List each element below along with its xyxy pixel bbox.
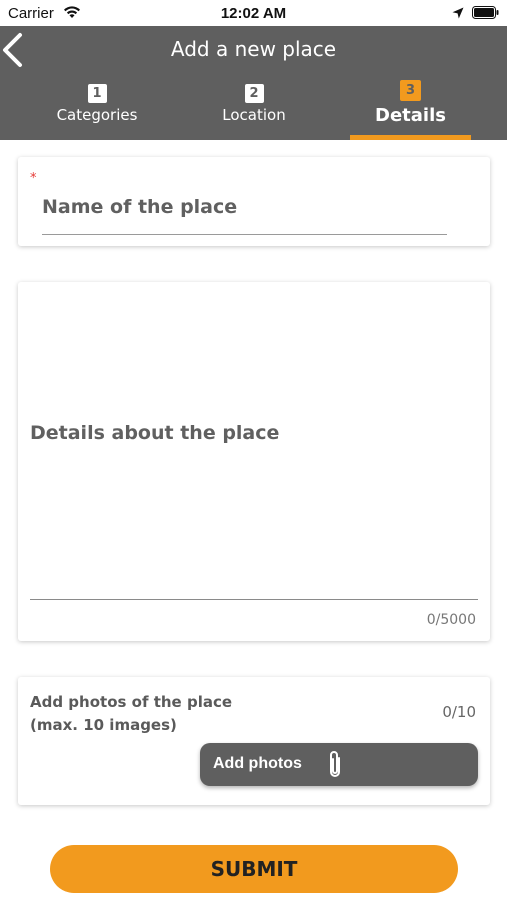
photos-counter: 0/10 [442,703,476,721]
status-bar: Carrier 12:02 AM [0,0,507,26]
header-bar: Add a new place 1 Categories 2 Location … [0,26,507,140]
add-photos-button[interactable]: Add photos [200,743,478,786]
location-arrow-icon [452,7,464,19]
step-label: Location [222,106,286,124]
submit-button[interactable]: SUBMIT [50,845,458,893]
step-tab-details[interactable]: 3 Details [350,79,471,137]
step-number: 1 [87,84,107,103]
photos-card: Add photos of the place (max. 10 images)… [18,677,490,805]
details-char-counter: 0/5000 [426,612,476,628]
status-time: 12:02 AM [220,5,287,22]
name-card: * [18,157,490,246]
step-tab-categories[interactable]: 1 Categories [37,82,157,140]
paperclip-icon [330,751,340,777]
step-number: 2 [244,84,264,103]
active-step-indicator [350,135,471,140]
photos-label: Add photos of the place (max. 10 images) [30,693,233,734]
details-card: 0/5000 [18,282,490,641]
step-number: 3 [400,80,421,101]
battery-icon [472,6,499,19]
step-label: Details [375,105,446,126]
step-label: Categories [56,106,138,124]
step-tab-location[interactable]: 2 Location [194,82,314,140]
place-details-textarea[interactable] [30,422,478,600]
add-photos-label: Add photos [213,755,302,772]
place-name-input[interactable] [42,179,447,235]
page-title: Add a new place [170,37,337,61]
required-mark: * [30,171,37,186]
